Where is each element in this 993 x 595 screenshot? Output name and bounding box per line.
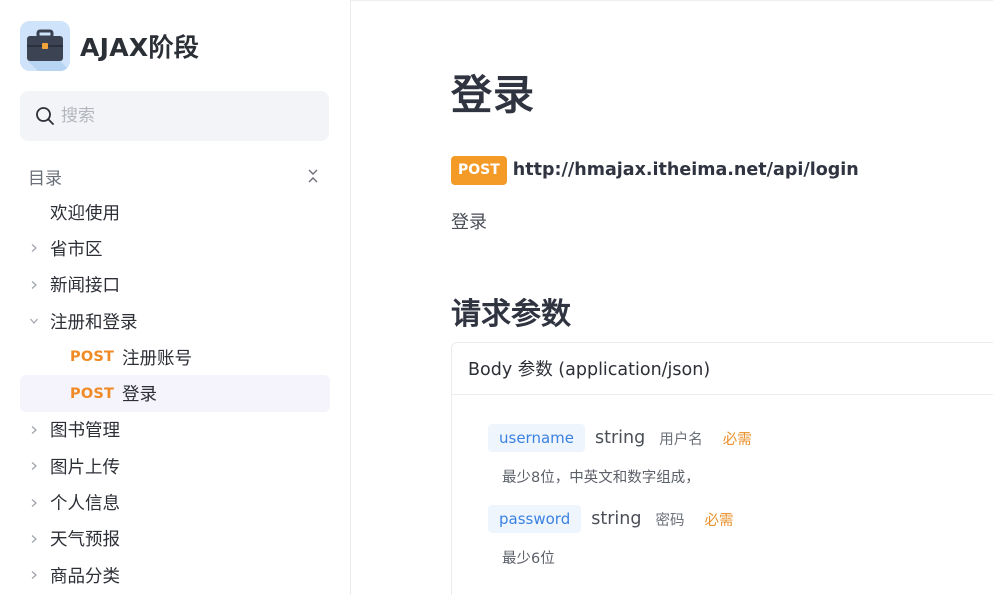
nav-item-categories[interactable]: 商品分类 [20,557,330,593]
params-card: Body 参数 (application/json) username stri… [451,342,993,595]
nav-item-label: 注册和登录 [50,312,138,333]
collapse-icon[interactable] [306,167,320,185]
main-content: 登录 POST http://hmajax.itheima.net/api/lo… [351,0,993,595]
nav-item-news[interactable]: 新闻接口 [20,267,330,303]
chevron-right-icon [31,534,37,543]
section-title: 请求参数 [451,297,571,332]
endpoint-description: 登录 [451,212,487,233]
param-username: username string 用户名 必需 最少8位，中英文和数字组成， [488,424,752,487]
chevron-right-icon [31,425,37,434]
search-input[interactable] [61,106,301,126]
brand[interactable]: AJAX阶段 [20,21,199,71]
param-required: 必需 [704,512,734,529]
chevron-right-icon [31,244,37,253]
nav-item-label: 新闻接口 [50,276,120,297]
endpoint: POST http://hmajax.itheima.net/api/login [451,155,859,185]
page-title: 登录 [451,71,535,119]
chevron-right-icon [31,571,37,580]
nav-item-label: 商品分类 [50,566,120,587]
nav-item-label: 个人信息 [50,494,120,515]
nav-item-register-login[interactable]: 注册和登录 [20,303,330,339]
param-password: password string 密码 必需 最少6位 [488,505,733,568]
sidebar-nav: 欢迎使用 省市区 新闻接口 注册和登录 POST 注册账号 POST 登录 图书… [20,194,330,593]
param-description: 最少6位 [502,551,555,567]
toc-header: 目录 [28,162,320,190]
endpoint-url[interactable]: http://hmajax.itheima.net/api/login [513,160,859,180]
param-required: 必需 [722,431,752,448]
nav-item-login[interactable]: POST 登录 [20,375,330,412]
chevron-right-icon [31,280,37,289]
param-description: 最少8位，中英文和数字组成， [502,470,700,486]
search-box[interactable] [20,91,329,141]
nav-item-books[interactable]: 图书管理 [20,412,330,448]
nav-item-profile[interactable]: 个人信息 [20,484,330,520]
chevron-down-icon [30,318,38,324]
search-icon [36,107,54,125]
sidebar: AJAX阶段 目录 欢迎使用 省市区 新闻接口 注册和登录 [0,0,351,595]
nav-item-weather[interactable]: 天气预报 [20,521,330,557]
chevron-right-icon [31,498,37,507]
nav-item-label: 天气预报 [50,530,120,551]
nav-item-image-upload[interactable]: 图片上传 [20,448,330,484]
method-tag: POST [70,385,115,402]
chevron-right-icon [31,462,37,471]
nav-item-welcome[interactable]: 欢迎使用 [20,194,330,230]
param-name[interactable]: password [488,505,582,533]
nav-item-label: 图书管理 [50,421,120,442]
nav-item-label: 欢迎使用 [50,203,120,224]
toc-title: 目录 [28,168,62,189]
param-type: string [595,428,646,448]
nav-item-label: 登录 [122,385,157,406]
nav-item-region[interactable]: 省市区 [20,230,330,266]
nav-item-label: 图片上传 [50,457,120,478]
body-params-header: Body 参数 (application/json) [452,343,993,395]
method-badge: POST [451,155,507,185]
nav-item-register-account[interactable]: POST 注册账号 [20,339,330,375]
nav-item-label: 注册账号 [122,348,192,369]
param-label: 用户名 [659,431,703,448]
app-title: AJAX阶段 [80,33,200,62]
nav-item-label: 省市区 [50,239,103,260]
briefcase-icon [20,21,70,71]
param-name[interactable]: username [488,424,585,452]
method-tag: POST [70,349,115,366]
param-label: 密码 [655,512,685,529]
param-type: string [591,509,642,529]
